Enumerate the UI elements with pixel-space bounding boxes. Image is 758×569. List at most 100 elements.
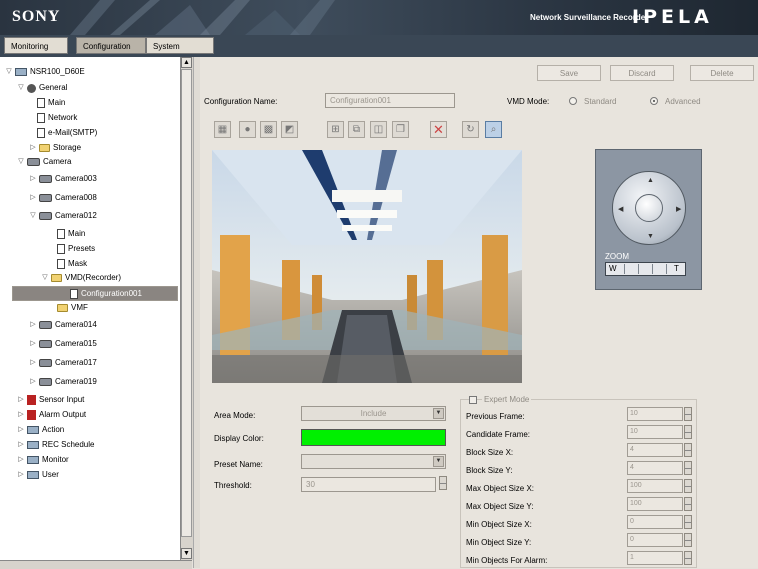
pan-up-icon[interactable]: ▲ bbox=[647, 177, 654, 184]
zoom-icon[interactable]: ⌕ bbox=[485, 121, 502, 138]
block-size-y-input[interactable]: 4 bbox=[627, 461, 692, 475]
vmd-standard-radio[interactable] bbox=[569, 97, 577, 105]
spinner-icon[interactable] bbox=[684, 425, 692, 439]
tree-item-user[interactable]: ▷ User bbox=[16, 468, 59, 482]
copy-area-icon[interactable]: ❐ bbox=[392, 121, 409, 138]
tree-item-camera008[interactable]: ▷ Camera008 bbox=[28, 191, 97, 205]
config-name-input[interactable]: Configuration001 bbox=[325, 93, 455, 108]
spinner-icon[interactable] bbox=[684, 515, 692, 529]
collapse-icon[interactable]: ▽ bbox=[40, 271, 50, 285]
max-object-size-x-input[interactable]: 100 bbox=[627, 479, 692, 493]
expand-icon[interactable]: ▷ bbox=[16, 393, 26, 407]
tree-item-camera003[interactable]: ▷ Camera003 bbox=[28, 172, 97, 186]
collapse-icon[interactable]: ▽ bbox=[4, 65, 14, 79]
tree-item-camera012-main[interactable]: Main bbox=[56, 227, 85, 241]
tab-configuration[interactable]: Configuration bbox=[76, 37, 146, 54]
zoom-bar[interactable]: W T bbox=[605, 262, 686, 276]
expand-icon[interactable]: ▷ bbox=[28, 172, 38, 186]
tree-vertical-scrollbar[interactable]: ▲ ▼ bbox=[180, 57, 193, 560]
scrollbar-thumb[interactable] bbox=[181, 69, 192, 537]
expand-icon[interactable]: ▷ bbox=[28, 141, 38, 155]
spinner-icon[interactable] bbox=[684, 533, 692, 547]
expand-icon[interactable]: ▷ bbox=[16, 438, 26, 452]
ptz-direction-pad[interactable]: ▲ ▼ ◀ ▶ bbox=[612, 171, 686, 245]
pan-right-icon[interactable]: ▶ bbox=[676, 205, 681, 213]
spinner-icon[interactable] bbox=[439, 476, 447, 490]
expert-mode-checkbox[interactable] bbox=[469, 396, 477, 404]
dot-icon[interactable]: ● bbox=[239, 121, 256, 138]
scroll-down-icon[interactable]: ▼ bbox=[181, 548, 192, 559]
expand-icon[interactable]: ▷ bbox=[16, 468, 26, 482]
area-mode-select[interactable]: Include ▼ bbox=[301, 406, 446, 421]
add-area-icon[interactable]: ⊞ bbox=[327, 121, 344, 138]
spinner-icon[interactable] bbox=[684, 479, 692, 493]
tree-item-camera015[interactable]: ▷ Camera015 bbox=[28, 337, 97, 351]
chevron-down-icon[interactable]: ▼ bbox=[433, 408, 444, 419]
expand-icon[interactable]: ▷ bbox=[16, 453, 26, 467]
tree-item-camera012[interactable]: ▽ Camera012 bbox=[28, 209, 97, 223]
tree-item-monitor[interactable]: ▷ Monitor bbox=[16, 453, 69, 467]
polygon-icon[interactable]: ◩ bbox=[281, 121, 298, 138]
min-object-size-x-input[interactable]: 0 bbox=[627, 515, 692, 529]
zoom-tele-button[interactable]: T bbox=[674, 263, 679, 275]
display-color-swatch[interactable] bbox=[301, 429, 446, 446]
save-button[interactable]: Save bbox=[537, 65, 601, 81]
previous-frame-input[interactable]: 10 bbox=[627, 407, 692, 421]
spinner-icon[interactable] bbox=[684, 443, 692, 457]
tab-system[interactable]: System bbox=[146, 37, 214, 54]
grid-icon[interactable]: ▦ bbox=[214, 121, 231, 138]
spinner-icon[interactable] bbox=[684, 461, 692, 475]
threshold-input[interactable]: 30 bbox=[301, 477, 436, 492]
pan-down-icon[interactable]: ▼ bbox=[647, 233, 654, 240]
spinner-icon[interactable] bbox=[684, 407, 692, 421]
max-object-size-y-input[interactable]: 100 bbox=[627, 497, 692, 511]
zoom-wide-button[interactable]: W bbox=[609, 263, 617, 275]
expand-icon[interactable]: ▷ bbox=[16, 408, 26, 422]
tree-item-email[interactable]: e-Mail(SMTP) bbox=[36, 126, 97, 140]
expand-icon[interactable]: ▷ bbox=[16, 423, 26, 437]
delete-icon[interactable]: ✕ bbox=[430, 121, 447, 138]
spinner-icon[interactable] bbox=[684, 551, 692, 565]
tree-item-vmd-recorder[interactable]: ▽ VMD(Recorder) bbox=[40, 271, 121, 285]
vmd-advanced-radio[interactable] bbox=[650, 97, 658, 105]
expand-icon[interactable]: ▷ bbox=[28, 356, 38, 370]
tree-item-vmf[interactable]: VMF bbox=[56, 301, 88, 315]
expand-icon[interactable]: ▷ bbox=[28, 191, 38, 205]
threshold-spinner[interactable] bbox=[436, 476, 447, 491]
tree-item-rec-schedule[interactable]: ▷ REC Schedule bbox=[16, 438, 94, 452]
camera-video-view[interactable] bbox=[212, 150, 522, 383]
discard-button[interactable]: Discard bbox=[610, 65, 674, 81]
tree-item-mask[interactable]: Mask bbox=[56, 257, 87, 271]
move-area-icon[interactable]: ⧉ bbox=[348, 121, 365, 138]
tree-item-presets[interactable]: Presets bbox=[56, 242, 95, 256]
tree-item-storage[interactable]: ▷ Storage bbox=[28, 141, 81, 155]
chevron-down-icon[interactable]: ▼ bbox=[433, 456, 444, 467]
tree-item-camera[interactable]: ▽ Camera bbox=[16, 155, 71, 169]
tree-item-camera017[interactable]: ▷ Camera017 bbox=[28, 356, 97, 370]
min-object-size-y-input[interactable]: 0 bbox=[627, 533, 692, 547]
delete-button[interactable]: Delete bbox=[690, 65, 754, 81]
block-size-x-input[interactable]: 4 bbox=[627, 443, 692, 457]
ptz-center-button[interactable] bbox=[635, 194, 663, 222]
tree-item-general-main[interactable]: Main bbox=[36, 96, 65, 110]
preset-name-select[interactable]: ▼ bbox=[301, 454, 446, 469]
tab-monitoring[interactable]: Monitoring bbox=[4, 37, 68, 54]
grid-dots-icon[interactable]: ▩ bbox=[260, 121, 277, 138]
refresh-icon[interactable]: ↻ bbox=[462, 121, 479, 138]
tree-item-network[interactable]: Network bbox=[36, 111, 77, 125]
expand-icon[interactable]: ▷ bbox=[28, 318, 38, 332]
min-objects-for-alarm-input[interactable]: 1 bbox=[627, 551, 692, 565]
tree-item-camera019[interactable]: ▷ Camera019 bbox=[28, 375, 97, 389]
scroll-up-icon[interactable]: ▲ bbox=[181, 57, 192, 68]
spinner-icon[interactable] bbox=[684, 497, 692, 511]
expand-icon[interactable]: ▷ bbox=[28, 375, 38, 389]
candidate-frame-input[interactable]: 10 bbox=[627, 425, 692, 439]
tree-item-recorder[interactable]: ▽ NSR100_D60E bbox=[4, 65, 85, 79]
tree-item-sensor-input[interactable]: ▷ Sensor Input bbox=[16, 393, 84, 407]
tree-item-configuration001[interactable]: Configuration001 bbox=[12, 286, 178, 301]
tree-item-camera014[interactable]: ▷ Camera014 bbox=[28, 318, 97, 332]
resize-area-icon[interactable]: ◫ bbox=[370, 121, 387, 138]
collapse-icon[interactable]: ▽ bbox=[28, 209, 38, 223]
pan-left-icon[interactable]: ◀ bbox=[618, 205, 623, 213]
tree-item-alarm-output[interactable]: ▷ Alarm Output bbox=[16, 408, 86, 422]
